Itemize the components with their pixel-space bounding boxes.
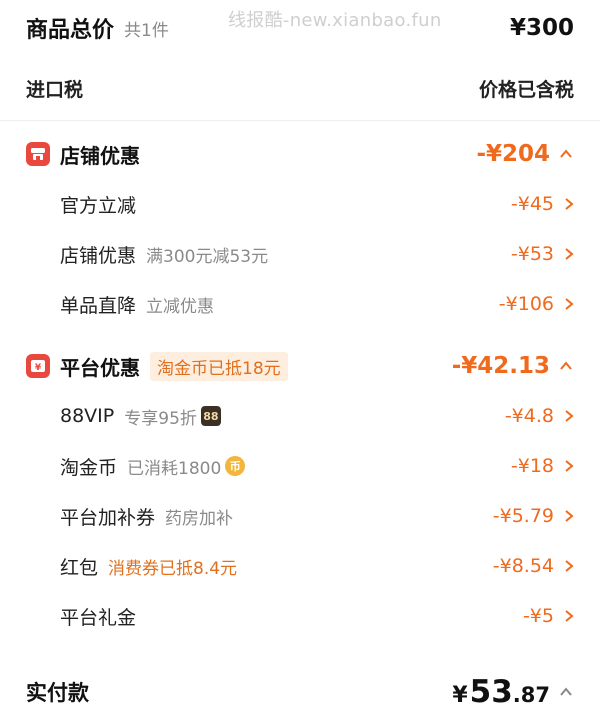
item-amount-value: -¥106 [498, 293, 554, 315]
item-amount-value: -¥8.54 [492, 555, 554, 577]
item-sub-text: 专享95折 [124, 408, 197, 429]
item-amount-value: -¥5.79 [492, 505, 554, 527]
item-sub: 立减优惠 [146, 296, 215, 317]
platform-discount-amount: -¥42.13 [452, 353, 574, 379]
chevron-right-icon [565, 610, 574, 622]
discount-item-platform-gift[interactable]: 平台礼金 -¥5 [0, 591, 600, 641]
item-name: 店铺优惠 [60, 244, 137, 267]
actual-payment-amount: ¥ 53 .87 [452, 674, 574, 710]
platform-discount-value: -¥42.13 [451, 353, 550, 379]
total-price-row: 商品总价 共1件 ¥300 [0, 0, 600, 56]
item-name: 官方立减 [60, 194, 137, 217]
chevron-right-icon [565, 460, 574, 472]
shop-discount-value: -¥204 [476, 141, 550, 167]
shop-icon [26, 142, 50, 166]
vip-badge-icon: 88 [200, 406, 221, 426]
actual-payment-row[interactable]: 实付款 ¥ 53 .87 [0, 657, 600, 727]
item-sub: 满300元减53元 [146, 246, 269, 267]
coupon-icon: ¥ [26, 354, 50, 378]
item-count: 共1件 [124, 20, 169, 41]
item-name: 88VIP [60, 405, 115, 427]
platform-discount-label: 平台优惠 [60, 355, 140, 380]
item-amount-value: -¥18 [510, 455, 554, 477]
chevron-right-icon [565, 510, 574, 522]
item-sub: 消费券已抵8.4元 [108, 558, 238, 579]
payment-integer: 53 [469, 674, 513, 710]
item-sub: 专享95折 88 [124, 404, 221, 429]
chevron-right-icon [565, 410, 574, 422]
item-sub-text: 已消耗1800 [127, 458, 222, 479]
payment-decimal: .87 [512, 683, 550, 707]
chevron-right-icon [565, 248, 574, 260]
shop-discount-header[interactable]: 店铺优惠 -¥204 [0, 129, 600, 179]
platform-discount-header[interactable]: ¥ 平台优惠 淘金币已抵18元 -¥42.13 [0, 341, 600, 391]
item-amount: -¥18 [511, 455, 574, 477]
item-amount: -¥53 [511, 243, 574, 265]
discount-item-88vip[interactable]: 88VIP 专享95折 88 -¥4.8 [0, 391, 600, 441]
import-tax-value: 价格已含税 [478, 78, 574, 101]
item-amount-value: -¥4.8 [504, 405, 554, 427]
total-price-label: 商品总价 [26, 18, 115, 43]
chevron-up-icon[interactable] [558, 684, 574, 700]
item-amount: -¥106 [499, 293, 574, 315]
coin-icon: 币 [225, 456, 246, 476]
item-name: 淘金币 [60, 456, 118, 479]
item-sub: 药房加补 [165, 508, 234, 529]
item-sub: 已消耗1800 币 [127, 454, 246, 479]
item-amount: -¥5 [523, 605, 574, 627]
actual-payment-label: 实付款 [26, 681, 89, 705]
import-tax-label: 进口税 [26, 78, 84, 101]
discount-item-shop[interactable]: 店铺优惠 满300元减53元 -¥53 [0, 229, 600, 279]
discount-item-red-packet[interactable]: 红包 消费券已抵8.4元 -¥8.54 [0, 541, 600, 591]
item-name: 红包 [60, 556, 99, 579]
item-amount: -¥8.54 [493, 555, 574, 577]
discount-item-subsidy-coupon[interactable]: 平台加补券 药房加补 -¥5.79 [0, 491, 600, 541]
svg-text:¥: ¥ [35, 363, 42, 373]
coin-deduction-tag: 淘金币已抵18元 [150, 351, 288, 381]
import-tax-row: 进口税 价格已含税 [0, 56, 600, 120]
total-price-value: ¥300 [509, 15, 574, 41]
discount-item-taojinbi[interactable]: 淘金币 已消耗1800 币 -¥18 [0, 441, 600, 491]
item-amount-value: -¥53 [510, 243, 554, 265]
chevron-right-icon [565, 298, 574, 310]
chevron-up-icon[interactable] [558, 358, 574, 374]
discount-item-official[interactable]: 官方立减 -¥45 [0, 179, 600, 229]
item-amount: -¥4.8 [505, 405, 574, 427]
item-name: 平台加补券 [60, 506, 156, 529]
item-amount: -¥5.79 [493, 505, 574, 527]
item-amount: -¥45 [511, 193, 574, 215]
shop-discount-amount: -¥204 [476, 141, 574, 167]
chevron-right-icon [565, 560, 574, 572]
chevron-right-icon [565, 198, 574, 210]
currency-symbol: ¥ [452, 683, 468, 708]
item-amount-value: -¥45 [510, 193, 554, 215]
chevron-up-icon[interactable] [558, 146, 574, 162]
item-name: 平台礼金 [60, 606, 137, 629]
item-amount-value: -¥5 [522, 605, 554, 627]
discount-item-single[interactable]: 单品直降 立减优惠 -¥106 [0, 279, 600, 329]
item-name: 单品直降 [60, 294, 137, 317]
shop-discount-label: 店铺优惠 [60, 143, 140, 168]
